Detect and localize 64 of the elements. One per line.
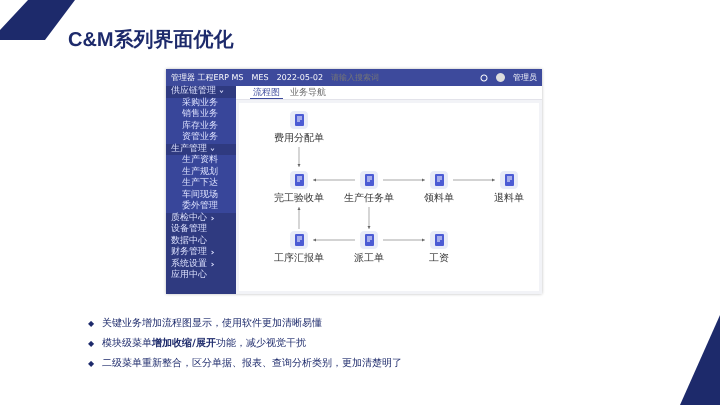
tab[interactable]: 业务导航 bbox=[287, 86, 329, 99]
user-avatar[interactable] bbox=[496, 73, 505, 82]
document-icon bbox=[504, 174, 514, 186]
menu-item[interactable]: 销售业务 bbox=[166, 109, 236, 120]
tab[interactable]: 流程图 bbox=[250, 86, 283, 99]
arrow bbox=[312, 238, 356, 242]
menu-group[interactable]: 设备管理 bbox=[166, 224, 236, 236]
arrow bbox=[312, 178, 356, 182]
document-icon bbox=[294, 114, 304, 126]
node-icon-tile[interactable] bbox=[290, 171, 308, 189]
node-icon-tile[interactable] bbox=[360, 231, 378, 249]
bullet-marker: ◆ bbox=[88, 358, 94, 368]
node-label: 费用分配单 bbox=[274, 132, 324, 145]
menu-group[interactable]: 财务管理 bbox=[166, 247, 236, 258]
node-label: 退料单 bbox=[494, 192, 524, 205]
menu-group[interactable]: 应用中心 bbox=[166, 270, 236, 282]
node-label: 派工单 bbox=[354, 252, 384, 265]
menu-group[interactable]: 系统设置 bbox=[166, 258, 236, 270]
menu-item[interactable]: 车间现场 bbox=[166, 190, 236, 201]
slide-title: C&M系列界面优化 bbox=[68, 28, 234, 53]
node-icon-tile[interactable] bbox=[360, 171, 378, 189]
menu-item[interactable]: 生产下达 bbox=[166, 178, 236, 190]
arrow bbox=[452, 178, 496, 182]
node-label: 工序汇报单 bbox=[274, 252, 324, 265]
arrow bbox=[298, 206, 300, 230]
search-field[interactable]: 请输入搜索词 bbox=[331, 72, 402, 82]
menu-item[interactable]: 资管业务 bbox=[166, 132, 236, 144]
node-label: 生产任务单 bbox=[344, 192, 394, 205]
document-icon bbox=[294, 234, 304, 246]
bullet-text: 二级菜单重新整合，区分单据、报表、查询分析类别，更加清楚明了 bbox=[102, 356, 402, 370]
menu-item[interactable]: 库存业务 bbox=[166, 120, 236, 132]
menu-group[interactable]: 供应链管理 bbox=[166, 86, 236, 98]
arrow bbox=[382, 238, 426, 242]
node-label: 完工验收单 bbox=[274, 192, 324, 205]
menu-item[interactable]: 生产规划 bbox=[166, 166, 236, 178]
document-icon bbox=[294, 174, 304, 186]
document-icon bbox=[434, 234, 444, 246]
bullet-marker: ◆ bbox=[88, 338, 94, 348]
arrow bbox=[382, 178, 426, 182]
document-icon bbox=[364, 174, 374, 186]
menu-group[interactable]: 质检中心 bbox=[166, 212, 236, 224]
menu-item[interactable]: 采购业务 bbox=[166, 98, 236, 109]
bullet-marker: ◆ bbox=[88, 318, 94, 328]
brand-logo: 管理器 工程ERP MS bbox=[171, 72, 244, 83]
user-name[interactable]: 管理员 bbox=[513, 72, 537, 83]
bullet-text: 关键业务增加流程图显示，使用软件更加清晰易懂 bbox=[102, 316, 322, 330]
menu-item[interactable]: 委外管理 bbox=[166, 201, 236, 212]
document-icon bbox=[434, 174, 444, 186]
node-label: 工资 bbox=[429, 252, 449, 265]
node-icon-tile[interactable] bbox=[290, 231, 308, 249]
module-name: MES bbox=[252, 73, 269, 82]
bullet-text: 模块级菜单增加收缩/展开功能，减少视觉干扰 bbox=[102, 336, 306, 350]
document-icon bbox=[364, 234, 374, 246]
node-icon-tile[interactable] bbox=[430, 171, 448, 189]
arrow bbox=[368, 206, 370, 230]
arrow bbox=[298, 146, 300, 168]
menu-group[interactable]: 数据中心 bbox=[166, 236, 236, 247]
node-icon-tile[interactable] bbox=[500, 171, 518, 189]
menu-item[interactable]: 生产资料 bbox=[166, 155, 236, 166]
node-label: 领料单 bbox=[424, 192, 454, 205]
menu-group[interactable]: 生产管理 bbox=[166, 144, 236, 155]
node-icon-tile[interactable] bbox=[290, 111, 308, 129]
node-icon-tile[interactable] bbox=[430, 231, 448, 249]
date-text: 2022-05-02 bbox=[276, 73, 324, 82]
